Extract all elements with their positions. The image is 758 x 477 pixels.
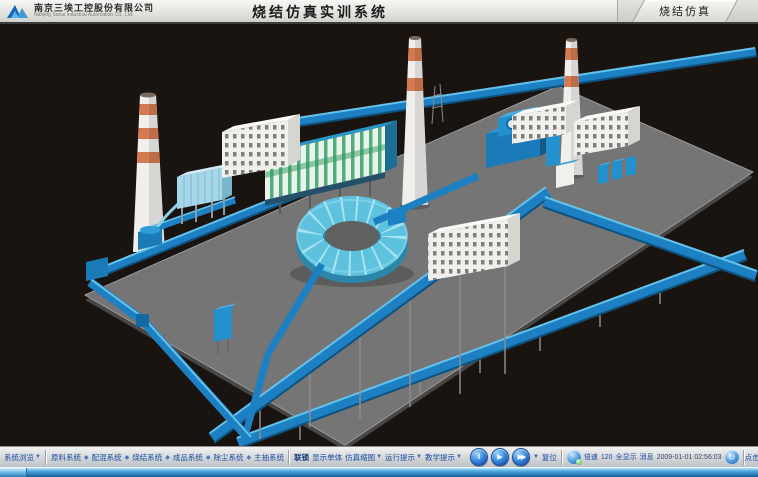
chevron-down-icon: ▼ bbox=[376, 454, 382, 460]
exit-simulation-link[interactable]: 点击此处退出仿真 bbox=[745, 452, 758, 463]
chevron-down-icon: ▼ bbox=[416, 454, 422, 460]
fast-forward-button[interactable]: ▶▶ bbox=[512, 448, 530, 466]
diamond-separator-icon: ◆ bbox=[84, 454, 89, 461]
logo-icon bbox=[6, 3, 30, 20]
menu-raw-material-system[interactable]: 原料系统 bbox=[51, 452, 81, 463]
play-button[interactable]: ▶ bbox=[491, 448, 509, 466]
tab-zone: 烧结仿真 bbox=[617, 0, 758, 22]
menu-sintering-system[interactable]: 烧结系统 bbox=[132, 452, 162, 463]
menu-product-system[interactable]: 成品系统 bbox=[173, 452, 203, 463]
section-browse: 系统浏览 ▼ bbox=[0, 447, 45, 467]
interlock-toggle[interactable]: 联锁 bbox=[294, 452, 309, 463]
menu-main-exhaust-system[interactable]: 主抽系统 bbox=[254, 452, 284, 463]
run-tips-menu[interactable]: 运行提示 ▼ bbox=[385, 452, 422, 463]
strip-left-cap bbox=[0, 468, 27, 477]
messages-button[interactable]: 消息 bbox=[640, 452, 654, 462]
menu-dedusting-system[interactable]: 除尘系统 bbox=[213, 452, 243, 463]
menu-system-browse-label: 系统浏览 bbox=[4, 452, 34, 463]
diamond-separator-icon: ◆ bbox=[165, 454, 170, 461]
show-unit-toggle[interactable]: 显示单体 bbox=[312, 452, 342, 463]
teach-tips-label: 教学提示 bbox=[425, 452, 455, 463]
simulation-3d-viewport[interactable] bbox=[0, 24, 758, 446]
company-logo: 南京三埃工控股份有限公司 Nanjing Sanai Industrial Au… bbox=[0, 3, 216, 20]
run-tips-label: 运行提示 bbox=[385, 452, 415, 463]
speed-label: 倍速 bbox=[584, 452, 598, 462]
menu-blending-system[interactable]: 配混系统 bbox=[92, 452, 122, 463]
sim-thumbnail-menu[interactable]: 仿真缩图 ▼ bbox=[345, 452, 382, 463]
full-display-toggle[interactable]: 全显示 bbox=[616, 452, 637, 462]
menu-system-browse[interactable]: 系统浏览 ▼ bbox=[4, 452, 41, 463]
page-title: 烧结仿真实训系统 bbox=[252, 0, 388, 24]
title-bar: 南京三埃工控股份有限公司 Nanjing Sanai Industrial Au… bbox=[0, 0, 758, 24]
tab-label: 烧结仿真 bbox=[639, 0, 731, 22]
network-status-icon[interactable] bbox=[567, 450, 581, 464]
tab-sintering-simulation[interactable]: 烧结仿真 bbox=[632, 0, 738, 22]
company-name-en: Nanjing Sanai Industrial Automation Co.,… bbox=[34, 13, 154, 18]
speed-value: 120 bbox=[601, 454, 613, 461]
bottom-status-strip bbox=[0, 467, 758, 477]
chevron-down-icon: ▼ bbox=[456, 454, 462, 460]
sim-thumbnail-label: 仿真缩图 bbox=[345, 452, 375, 463]
bottom-toolbar: 系统浏览 ▼ 原料系统 ◆ 配混系统 ◆ 烧结系统 ◆ 成品系统 ◆ 除尘系统 … bbox=[0, 446, 758, 467]
plant-3d-scene bbox=[0, 24, 758, 446]
play-icon: ▶ bbox=[497, 454, 502, 461]
chevron-down-icon: ▼ bbox=[35, 454, 41, 460]
fast-forward-icon: ▶▶ bbox=[518, 454, 525, 461]
chevron-down-icon: ▼ bbox=[533, 454, 539, 460]
teach-tips-menu[interactable]: 教学提示 ▼ bbox=[425, 452, 462, 463]
diamond-separator-icon: ◆ bbox=[206, 454, 211, 461]
diamond-separator-icon: ◆ bbox=[125, 454, 130, 461]
diamond-separator-icon: ◆ bbox=[246, 454, 251, 461]
section-options: 联锁 显示单体 仿真缩图 ▼ 运行提示 ▼ 教学提示 ▼ bbox=[290, 447, 466, 467]
pause-icon: ‖ bbox=[477, 454, 480, 461]
section-systems: 原料系统 ◆ 配混系统 ◆ 烧结系统 ◆ 成品系统 ◆ 除尘系统 ◆ 主抽系统 bbox=[47, 447, 288, 467]
section-status: 倍速 120 全显示 消息 2009-01-01 02:56:03 ↻ bbox=[563, 447, 743, 467]
pause-button[interactable]: ‖ bbox=[470, 448, 488, 466]
reset-button[interactable]: 复位 bbox=[542, 452, 557, 463]
section-playback: ‖ ▶ ▶▶ ▼ 复位 bbox=[466, 447, 561, 467]
sim-datetime: 2009-01-01 02:56:03 bbox=[657, 454, 722, 461]
sync-icon[interactable]: ↻ bbox=[725, 450, 739, 464]
